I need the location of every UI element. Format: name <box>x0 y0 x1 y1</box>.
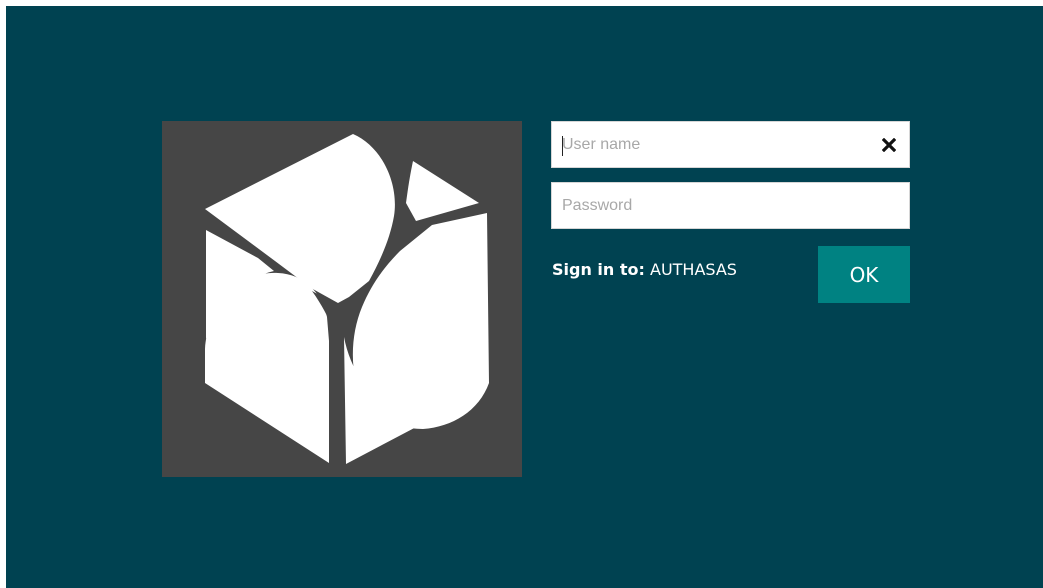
username-input[interactable] <box>552 122 909 167</box>
sign-in-target: Sign in to: AUTHASAS <box>552 260 737 279</box>
hexagon-logo-icon <box>205 134 489 464</box>
logo-tile <box>162 121 522 477</box>
domain-name: AUTHASAS <box>650 260 737 279</box>
username-field[interactable] <box>551 121 910 168</box>
password-input[interactable] <box>552 183 909 228</box>
login-screen: Sign in to: AUTHASAS OK <box>6 6 1043 588</box>
sign-in-label: Sign in to: <box>552 260 645 279</box>
text-caret <box>562 136 563 156</box>
close-icon <box>882 138 896 152</box>
clear-username-button[interactable] <box>877 133 901 157</box>
password-field[interactable] <box>551 182 910 229</box>
ok-button[interactable]: OK <box>818 246 910 303</box>
